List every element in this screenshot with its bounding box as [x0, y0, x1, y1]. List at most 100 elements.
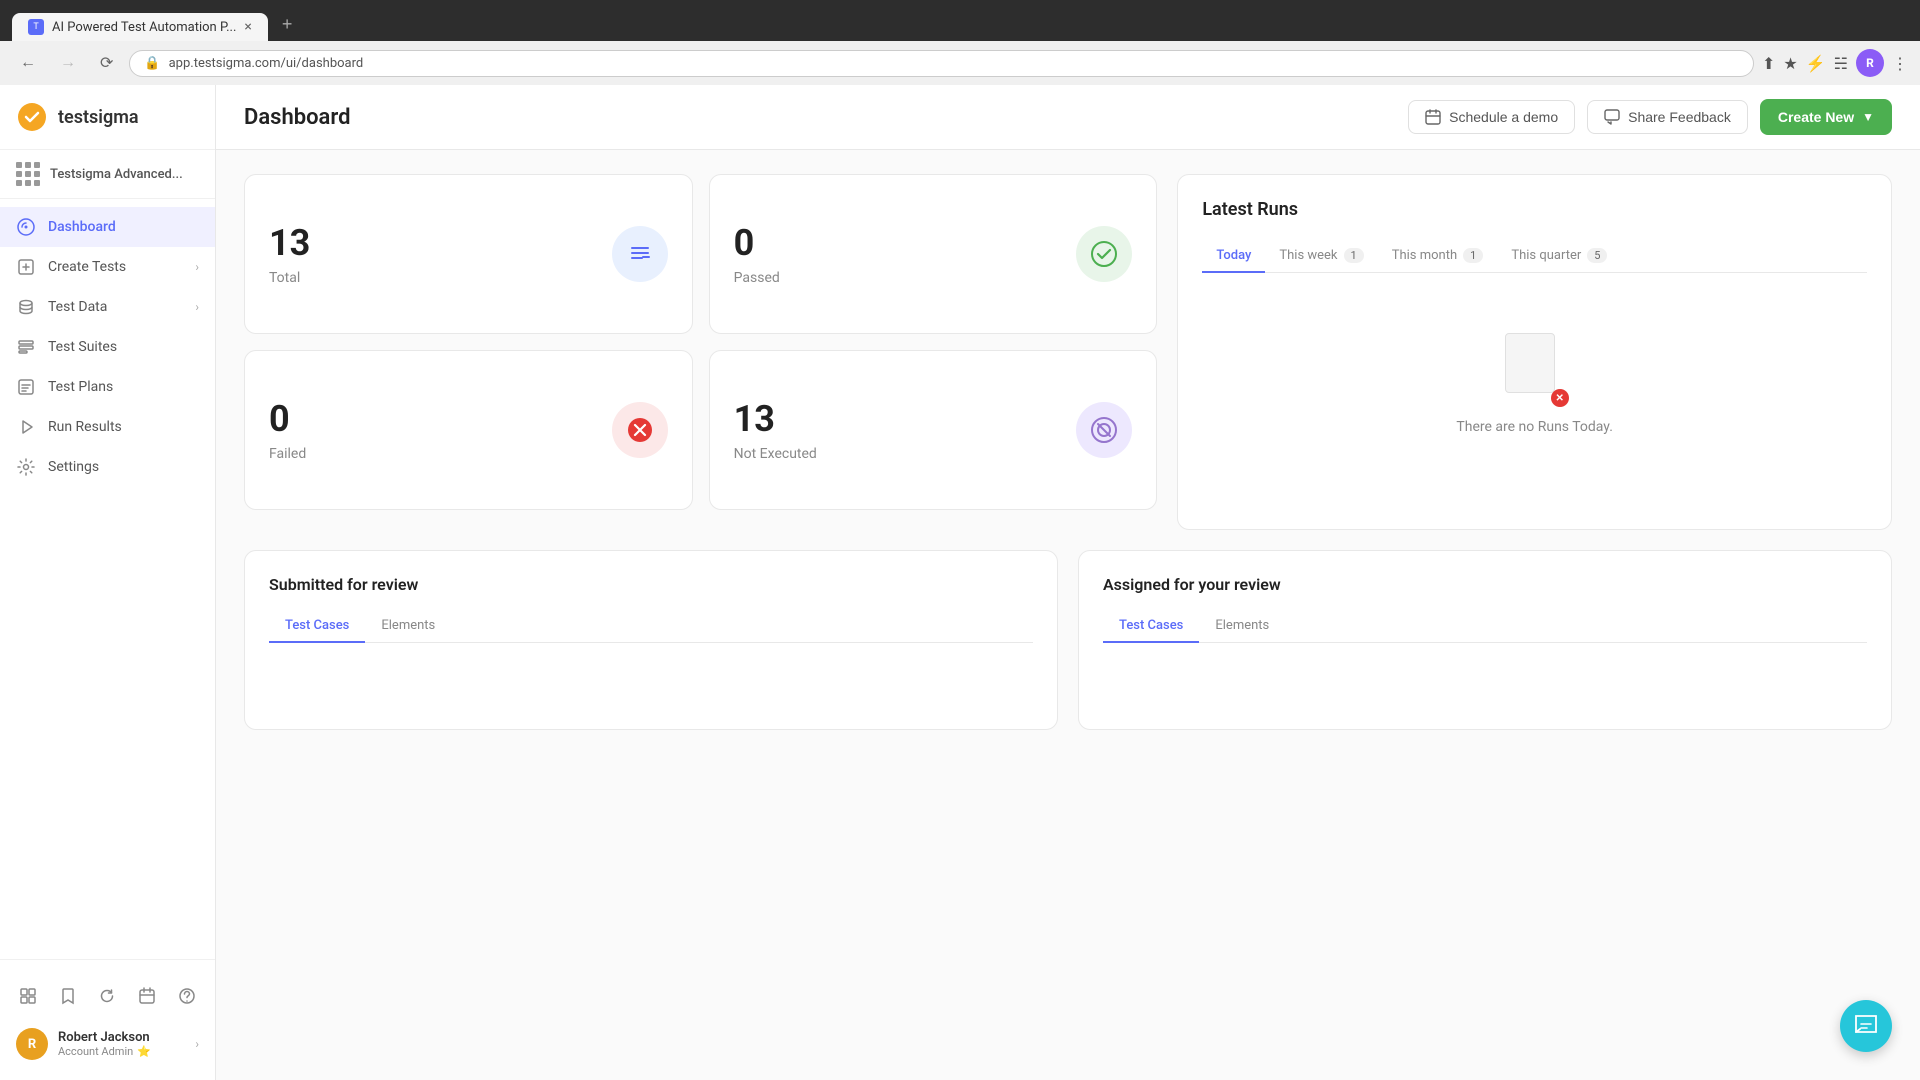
test-data-chevron-icon: ›	[195, 300, 199, 314]
main-content: Dashboard Schedule a demo Share Feedback	[216, 85, 1920, 1080]
user-name: Robert Jackson	[58, 1030, 185, 1045]
empty-runs-message: There are no Runs Today.	[1456, 419, 1612, 435]
profile-avatar[interactable]: R	[1856, 49, 1884, 77]
stat-card-failed: 0 Failed	[244, 350, 693, 510]
empty-runs-state: ✕ There are no Runs Today.	[1202, 293, 1867, 475]
tab-this-week[interactable]: This week 1	[1265, 240, 1377, 273]
stat-card-not-executed: 13 Not Executed	[709, 350, 1158, 510]
sidebar-label-create-tests: Create Tests	[48, 259, 126, 275]
passed-value: 0	[734, 222, 1133, 264]
dashboard-body: 13 Total 0 Passed	[216, 150, 1920, 1080]
test-plans-icon	[16, 377, 36, 397]
sidebar-nav: Dashboard Create Tests ›	[0, 199, 215, 959]
stat-card-passed: 0 Passed	[709, 174, 1158, 334]
total-label: Total	[269, 270, 668, 286]
bookmark-icon[interactable]: ★	[1783, 54, 1797, 73]
main-header: Dashboard Schedule a demo Share Feedback	[216, 85, 1920, 150]
chat-fab-button[interactable]	[1840, 1000, 1892, 1052]
this-month-badge: 1	[1463, 248, 1483, 263]
sidebar-item-test-suites[interactable]: Test Suites	[0, 327, 215, 367]
sidebar: testsigma Testsigma Advanced...	[0, 85, 216, 1080]
forward-button[interactable]: →	[52, 50, 84, 76]
create-tests-icon	[16, 257, 36, 277]
user-row[interactable]: R Robert Jackson Account Admin ⭐ ›	[8, 1020, 207, 1068]
workspace-name: Testsigma Advanced...	[50, 167, 183, 182]
bottom-icon-bookmark[interactable]	[52, 980, 84, 1012]
tab-close-button[interactable]: ×	[244, 19, 251, 35]
settings-icon	[16, 457, 36, 477]
chat-icon	[1853, 1013, 1879, 1039]
failed-label: Failed	[269, 446, 668, 462]
create-tests-chevron-icon: ›	[195, 260, 199, 274]
sidebar-item-settings[interactable]: Settings	[0, 447, 215, 487]
bottom-icon-grid[interactable]	[12, 980, 44, 1012]
sidebar-label-settings: Settings	[48, 459, 99, 475]
submitted-test-cases-tab[interactable]: Test Cases	[269, 610, 365, 643]
submitted-review-title: Submitted for review	[269, 575, 1033, 594]
sidebar-toggle-icon[interactable]: ☵	[1834, 54, 1848, 73]
reload-button[interactable]: ⟳	[92, 49, 121, 77]
workspace-dots-icon	[16, 162, 40, 186]
test-suites-icon	[16, 337, 36, 357]
assigned-test-cases-tab[interactable]: Test Cases	[1103, 610, 1199, 643]
create-new-chevron-icon: ▼	[1862, 110, 1874, 124]
failed-value: 0	[269, 398, 668, 440]
this-week-badge: 1	[1344, 248, 1364, 263]
feedback-icon	[1604, 109, 1620, 125]
new-tab-button[interactable]: +	[272, 8, 303, 41]
submitted-review-tabs: Test Cases Elements	[269, 610, 1033, 643]
submitted-elements-tab[interactable]: Elements	[365, 610, 451, 643]
latest-runs-card: Latest Runs Today This week 1 This month…	[1177, 174, 1892, 530]
address-bar[interactable]: 🔒 app.testsigma.com/ui/dashboard	[129, 50, 1754, 77]
total-icon	[612, 226, 668, 282]
sidebar-label-dashboard: Dashboard	[48, 219, 116, 235]
run-results-icon	[16, 417, 36, 437]
tab-title: AI Powered Test Automation P...	[52, 20, 236, 35]
sidebar-item-create-tests[interactable]: Create Tests ›	[0, 247, 215, 287]
assigned-review-card: Assigned for your review Test Cases Elem…	[1078, 550, 1892, 730]
assigned-elements-tab[interactable]: Elements	[1199, 610, 1285, 643]
doc-error-icon: ✕	[1551, 389, 1569, 407]
tab-this-quarter[interactable]: This quarter 5	[1497, 240, 1621, 273]
schedule-icon	[1425, 109, 1441, 125]
this-quarter-badge: 5	[1587, 248, 1607, 263]
sidebar-item-test-plans[interactable]: Test Plans	[0, 367, 215, 407]
create-new-button[interactable]: Create New ▼	[1760, 99, 1892, 135]
tab-favicon: T	[28, 19, 44, 35]
app-container: testsigma Testsigma Advanced...	[0, 85, 1920, 1080]
sidebar-logo: testsigma	[0, 85, 215, 150]
menu-icon[interactable]: ⋮	[1892, 54, 1908, 73]
sidebar-label-run-results: Run Results	[48, 419, 122, 435]
sidebar-label-test-suites: Test Suites	[48, 339, 117, 355]
sidebar-label-test-data: Test Data	[48, 299, 107, 315]
bottom-icon-help[interactable]	[171, 980, 203, 1012]
browser-tab[interactable]: T AI Powered Test Automation P... ×	[12, 13, 268, 41]
runs-tabs: Today This week 1 This month 1 This quar…	[1202, 240, 1867, 273]
schedule-demo-button[interactable]: Schedule a demo	[1408, 100, 1575, 134]
workspace-selector[interactable]: Testsigma Advanced...	[0, 150, 215, 199]
user-info: Robert Jackson Account Admin ⭐	[58, 1030, 185, 1058]
sidebar-item-dashboard[interactable]: Dashboard	[0, 207, 215, 247]
bottom-panels: Submitted for review Test Cases Elements…	[244, 550, 1892, 730]
sidebar-item-test-data[interactable]: Test Data ›	[0, 287, 215, 327]
header-actions: Schedule a demo Share Feedback Create Ne…	[1408, 99, 1892, 135]
sidebar-item-run-results[interactable]: Run Results	[0, 407, 215, 447]
back-button[interactable]: ←	[12, 50, 44, 76]
dashboard-icon	[16, 217, 36, 237]
tab-this-month[interactable]: This month 1	[1378, 240, 1498, 273]
submitted-review-card: Submitted for review Test Cases Elements	[244, 550, 1058, 730]
assigned-review-tabs: Test Cases Elements	[1103, 610, 1867, 643]
not-executed-value: 13	[734, 398, 1133, 440]
extensions-icon[interactable]: ⚡	[1806, 54, 1826, 73]
bottom-icon-refresh[interactable]	[91, 980, 123, 1012]
not-executed-label: Not Executed	[734, 446, 1133, 462]
share-icon[interactable]: ⬆	[1762, 54, 1775, 73]
tab-today[interactable]: Today	[1202, 240, 1265, 273]
bottom-icon-calendar[interactable]	[131, 980, 163, 1012]
browser-chrome: T AI Powered Test Automation P... × + ← …	[0, 0, 1920, 85]
user-role: Account Admin ⭐	[58, 1045, 185, 1058]
page-title: Dashboard	[244, 105, 350, 130]
share-feedback-button[interactable]: Share Feedback	[1587, 100, 1748, 134]
stat-card-total: 13 Total	[244, 174, 693, 334]
logo-icon	[16, 101, 48, 133]
